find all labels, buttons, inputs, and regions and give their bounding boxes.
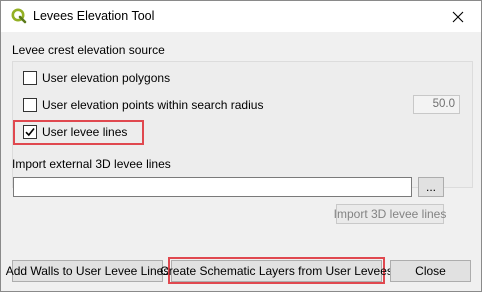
check-icon — [25, 128, 35, 137]
option-elevation-points[interactable]: User elevation points within search radi… — [23, 98, 263, 112]
import-3d-levee-lines-button[interactable]: Import 3D levee lines — [334, 204, 446, 224]
levee-lines-label: User levee lines — [42, 125, 128, 139]
import-path-input[interactable] — [13, 177, 412, 197]
import-label: Import external 3D levee lines — [12, 157, 171, 171]
close-button[interactable]: Close — [390, 260, 471, 282]
create-schematic-layers-button[interactable]: Create Schematic Layers from User Levees — [160, 260, 393, 282]
close-window-button[interactable] — [435, 1, 481, 32]
crest-source-label: Levee crest elevation source — [12, 43, 165, 57]
title-bar: Levees Elevation Tool — [1, 1, 481, 32]
levee-lines-checkbox[interactable] — [23, 125, 37, 139]
close-icon — [452, 11, 464, 22]
qgis-logo-icon — [11, 8, 27, 24]
elevation-points-checkbox[interactable] — [23, 98, 37, 112]
search-radius-spinbox[interactable]: 50.0 — [413, 95, 460, 114]
elevation-polygons-label: User elevation polygons — [42, 71, 171, 85]
option-levee-lines[interactable]: User levee lines — [23, 125, 127, 139]
elevation-points-label: User elevation points within search radi… — [42, 98, 264, 112]
browse-button[interactable]: ... — [418, 177, 444, 197]
option-elevation-polygons[interactable]: User elevation polygons — [23, 71, 170, 85]
levees-elevation-dialog: Levees Elevation Tool Levee crest elevat… — [0, 0, 482, 292]
add-walls-button[interactable]: Add Walls to User Levee Lines — [6, 260, 169, 282]
window-title: Levees Elevation Tool — [33, 9, 155, 23]
elevation-polygons-checkbox[interactable] — [23, 71, 37, 85]
